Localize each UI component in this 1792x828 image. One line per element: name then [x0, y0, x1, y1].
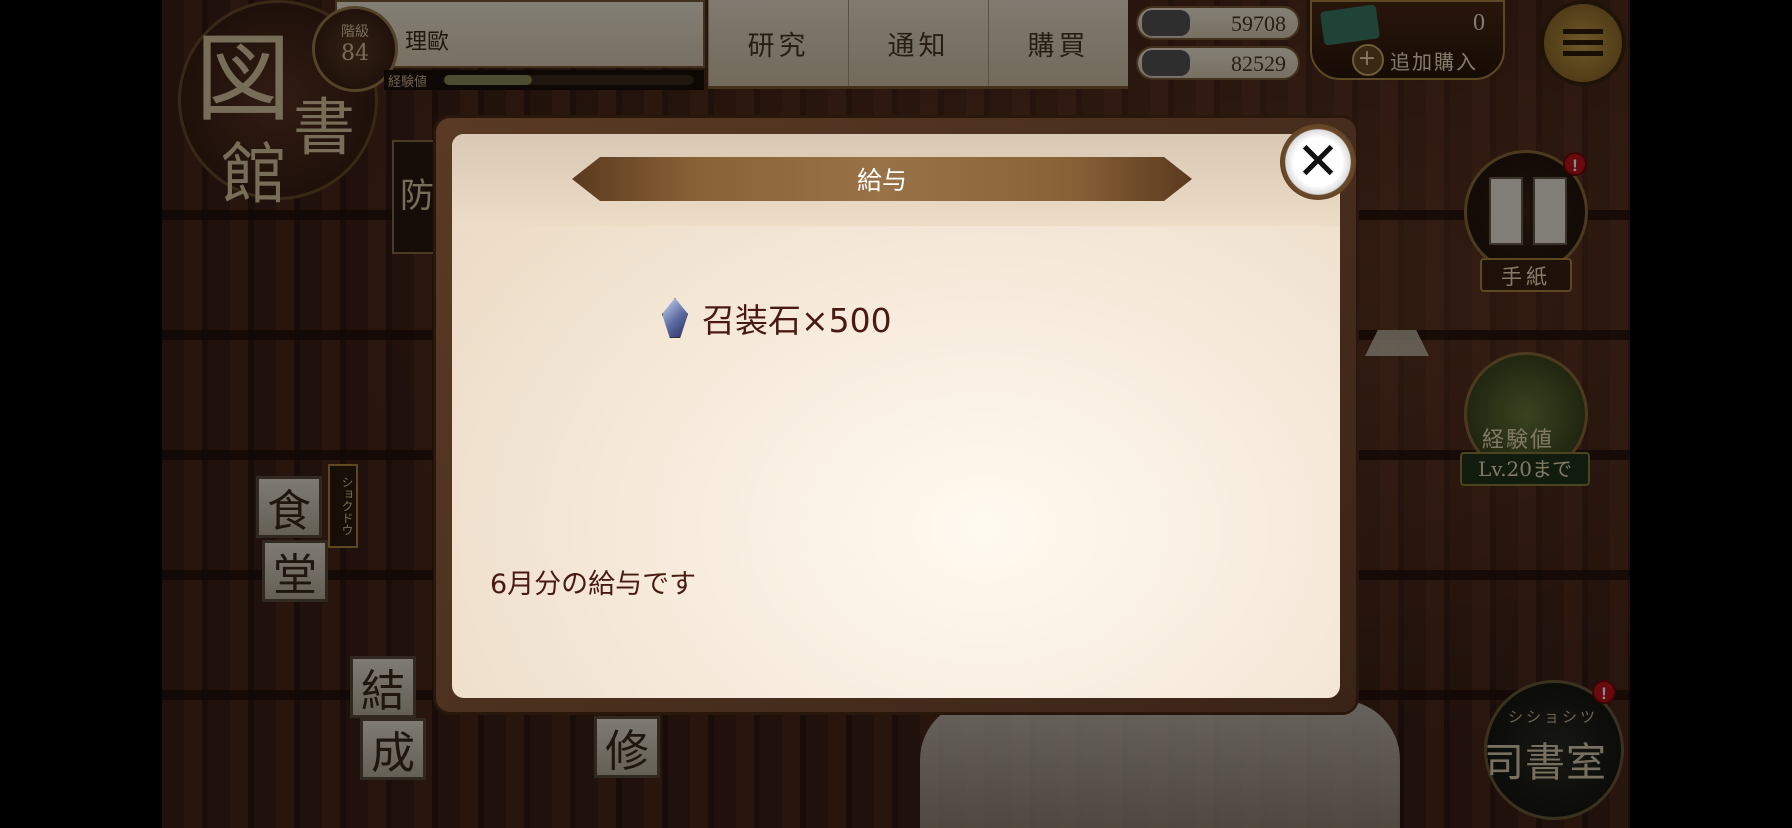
reward-text: 召装石×500 [702, 301, 892, 340]
reward-item: 召装石×500 [662, 294, 892, 342]
dialog-title-banner: 給与 [572, 157, 1192, 201]
close-icon: ✕ [1296, 132, 1340, 192]
dialog-message: 6月分の給与です [490, 569, 697, 600]
dialog-title: 給与 [856, 166, 907, 195]
salary-dialog [452, 134, 1340, 698]
close-button[interactable]: ✕ [1280, 124, 1356, 200]
summon-stone-icon [662, 298, 688, 338]
